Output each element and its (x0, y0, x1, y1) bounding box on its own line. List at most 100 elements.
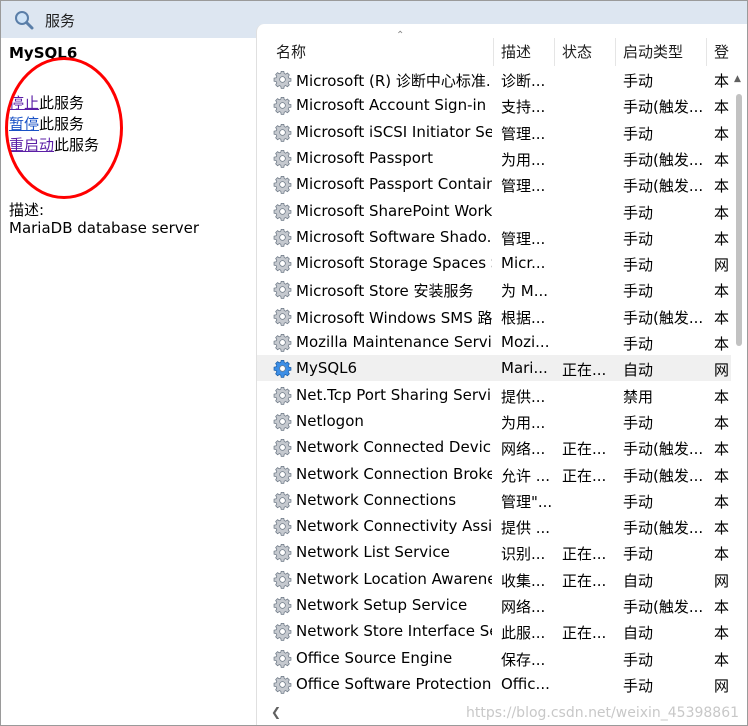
table-row[interactable]: Network Connection Broker 允许 ... 正在... 手… (257, 461, 737, 487)
table-row[interactable]: Netlogon 为用... 手动 本 (257, 408, 737, 434)
table-row[interactable]: MySQL6 Mari... 正在... 自动 网 (257, 355, 737, 382)
vertical-scroll-thumb[interactable] (736, 94, 742, 346)
column-divider[interactable] (615, 38, 616, 66)
service-description-cell: 保存... (501, 650, 546, 669)
pause-service-suffix: 此服务 (39, 115, 85, 133)
table-row[interactable]: Microsoft (R) 诊断中心标准... 诊断... 手动 本 (257, 66, 737, 92)
service-status-cell: 正在... (562, 624, 607, 643)
table-row[interactable]: Office Source Engine 保存... 手动 本 (257, 645, 737, 671)
service-name-cell: Microsoft Windows SMS 路... (296, 308, 492, 327)
service-gear-icon (273, 255, 292, 273)
table-row[interactable]: Mozilla Maintenance Service Mozi... 手动 本 (257, 329, 737, 355)
table-row[interactable]: Network Connections 管理"... 手动 本 (257, 487, 737, 513)
service-description-cell: 网络... (501, 440, 546, 459)
table-row[interactable]: Microsoft Passport Container 管理... 手动(触发… (257, 171, 737, 197)
stop-service-link[interactable]: 停止 (9, 94, 39, 112)
service-gear-icon (273, 570, 292, 589)
scroll-left-icon[interactable]: ❮ (271, 705, 281, 719)
column-divider[interactable] (554, 38, 555, 66)
service-name-cell: Office Software Protection ... (296, 674, 492, 693)
column-header-logon-label: 登 (714, 43, 730, 61)
column-header-description-label: 描述 (501, 43, 532, 61)
vertical-scrollbar[interactable]: ▲ (731, 66, 747, 698)
column-divider[interactable] (706, 38, 707, 66)
service-name-cell: Mozilla Maintenance Service (296, 333, 492, 351)
service-description-cell: 管理... (501, 124, 546, 143)
table-row[interactable]: Microsoft Store 安装服务 为 M... 手动 本 (257, 276, 737, 302)
table-row[interactable]: Office Software Protection ... Offic... … (257, 671, 737, 697)
pause-service-action: 暂停此服务 (9, 113, 84, 134)
table-row[interactable]: Microsoft Account Sign-in ... 支持... 手动(触… (257, 92, 737, 118)
service-name-cell: Microsoft Passport Container (296, 175, 492, 194)
stop-service-suffix: 此服务 (39, 94, 85, 112)
selected-service-name: MySQL6 (9, 44, 78, 62)
service-name-cell: MySQL6 (296, 359, 358, 378)
table-row[interactable]: Microsoft Storage Spaces S... Micr... 手动… (257, 250, 737, 276)
table-row[interactable]: Network Location Awarene... 收集... 正在... … (257, 566, 737, 592)
service-description-cell: 为用... (501, 150, 546, 169)
service-gear-icon (273, 334, 292, 352)
column-header-description[interactable]: 描述 (501, 24, 556, 66)
service-startup-type-cell: 手动 (623, 413, 654, 432)
service-name-cell: Microsoft Account Sign-in ... (296, 96, 492, 115)
service-startup-type-cell: 手动(触发... (623, 98, 704, 117)
service-gear-icon (273, 544, 292, 563)
table-row[interactable]: Microsoft SharePoint Work... 手动 本 (257, 198, 737, 224)
restart-service-link[interactable]: 重启动 (9, 136, 54, 154)
service-description-cell: 管理"... (501, 492, 553, 511)
table-row[interactable]: Network Connected Devic... 网络... 正在... 手… (257, 434, 737, 460)
column-header-status[interactable]: 状态 (562, 24, 617, 66)
service-details-pane: MySQL6 停止此服务 暂停此服务 重启动此服务 描述: MariaDB da… (1, 38, 256, 725)
service-startup-type-cell: 手动 (623, 203, 654, 222)
service-description-cell: 识别... (501, 545, 546, 564)
service-description-cell: 根据... (501, 308, 546, 327)
service-startup-type-cell: 自动 (623, 624, 654, 643)
service-name-cell: Microsoft (R) 诊断中心标准... (296, 72, 492, 90)
service-gear-icon (273, 228, 292, 247)
service-name-cell: Network Connectivity Assis... (296, 517, 492, 536)
service-gear-icon (273, 202, 292, 221)
service-gear-icon (273, 518, 292, 536)
service-description-cell: 为 M... (501, 282, 549, 301)
column-header-startup-type[interactable]: 启动类型 (623, 24, 713, 66)
service-gear-icon (273, 412, 292, 431)
service-name-cell: Network Connections (296, 490, 457, 509)
service-gear-icon (273, 281, 292, 300)
service-startup-type-cell: 手动(触发... (623, 440, 704, 459)
table-row[interactable]: Net.Tcp Port Sharing Service 提供... 禁用 本 (257, 382, 737, 408)
service-name-cell: Net.Tcp Port Sharing Service (296, 385, 492, 404)
service-description-cell: Mozi... (501, 333, 550, 351)
service-status-cell: 正在... (562, 466, 607, 485)
table-row[interactable]: Network Connectivity Assis... 提供 ... 手动(… (257, 513, 737, 539)
service-description-cell: Micr... (501, 254, 546, 273)
service-description-cell: Offic... (501, 674, 550, 693)
service-gear-icon (273, 439, 292, 457)
service-startup-type-cell: 手动(触发... (623, 519, 704, 538)
description-text: MariaDB database server (9, 219, 200, 237)
service-gear-icon (273, 597, 292, 615)
table-row[interactable]: Microsoft Windows SMS 路... 根据... 手动(触发..… (257, 303, 737, 329)
service-gear-icon (273, 491, 292, 510)
service-name-cell: Microsoft SharePoint Work... (296, 201, 492, 220)
horizontal-scrollbar[interactable]: ❮ https://blog.csdn.net/weixin_45398861 (257, 698, 747, 725)
service-startup-type-cell: 手动(触发... (623, 308, 704, 327)
pause-service-link[interactable]: 暂停 (9, 115, 39, 133)
column-header-logon[interactable]: 登 (714, 24, 734, 66)
table-row[interactable]: Microsoft iSCSI Initiator Ser... 管理... 手… (257, 119, 737, 145)
table-row[interactable]: Microsoft Software Shado... 管理... 手动 本 (257, 224, 737, 250)
column-divider[interactable] (493, 38, 494, 66)
service-startup-type-cell: 手动 (623, 545, 654, 564)
service-name-cell: Microsoft iSCSI Initiator Ser... (296, 122, 492, 141)
column-header-name[interactable]: 名称 ⌃ (276, 24, 496, 66)
service-name-cell: Microsoft Passport (296, 148, 433, 167)
restart-service-suffix: 此服务 (54, 136, 100, 154)
table-row[interactable]: Network Setup Service 网络... 手动(触发... 本 (257, 592, 737, 618)
service-gear-icon (273, 623, 292, 642)
scroll-up-icon[interactable]: ▲ (734, 74, 741, 84)
service-name-cell: Network Store Interface Se... (296, 622, 492, 641)
service-name-cell: Microsoft Store 安装服务 (296, 282, 474, 301)
table-row[interactable]: Network List Service 识别... 正在... 手动 本 (257, 539, 737, 565)
service-name-cell: Microsoft Storage Spaces S... (296, 254, 492, 273)
table-row[interactable]: Network Store Interface Se... 此服... 正在..… (257, 618, 737, 644)
table-row[interactable]: Microsoft Passport 为用... 手动(触发... 本 (257, 145, 737, 171)
